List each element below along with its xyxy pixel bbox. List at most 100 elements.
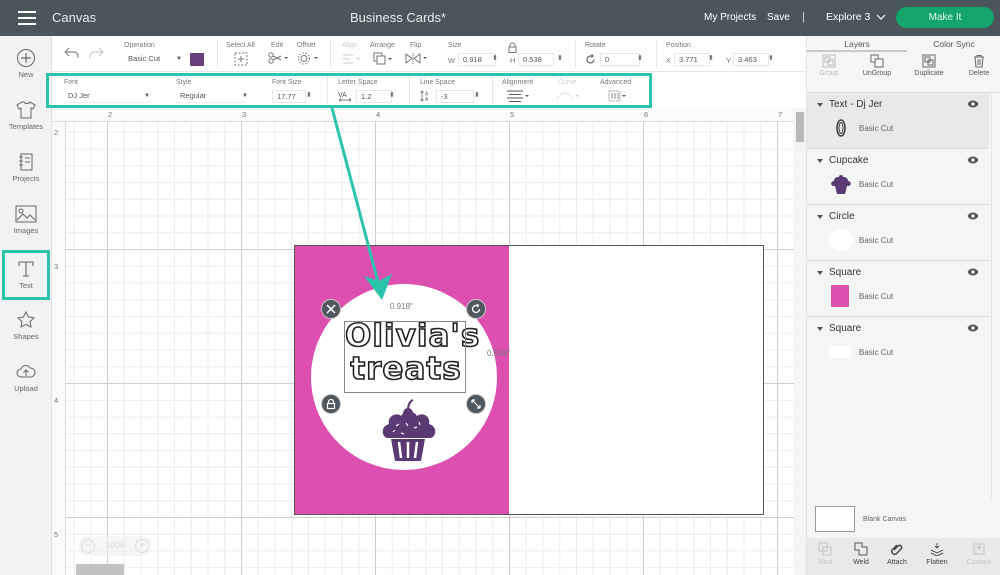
nav-new[interactable]: New bbox=[2, 42, 50, 92]
operation-dropdown[interactable]: Basic Cut ▼ bbox=[124, 53, 184, 66]
nav-images[interactable]: Images bbox=[2, 198, 50, 248]
tshirt-icon bbox=[16, 101, 36, 119]
rotate-stepper[interactable]: ⬍ bbox=[637, 54, 643, 62]
material-color-swatch[interactable] bbox=[190, 53, 204, 66]
rotate-handle[interactable] bbox=[466, 299, 486, 319]
business-card-artboard: Olivia's treats 0.918" 0.538" bbox=[294, 245, 764, 515]
select-all-icon[interactable] bbox=[234, 52, 248, 66]
nav-templates[interactable]: Templates bbox=[2, 94, 50, 144]
group-icon bbox=[822, 54, 836, 68]
vertical-scrollbar[interactable] bbox=[794, 108, 806, 575]
layer-name: Square bbox=[829, 323, 862, 334]
edit-label: Edit bbox=[271, 42, 284, 49]
height-stepper[interactable]: ⬍ bbox=[557, 54, 563, 62]
cupcake-shape[interactable] bbox=[379, 396, 437, 466]
flatten-icon bbox=[930, 543, 944, 556]
attach-button[interactable]: Attach bbox=[879, 542, 915, 566]
width-input[interactable]: 0.918 bbox=[458, 53, 496, 66]
tab-color-sync[interactable]: Color Sync bbox=[907, 36, 1000, 52]
layer-item-cupcake[interactable]: Cupcake Basic Cut bbox=[807, 149, 989, 205]
arrange-icon[interactable] bbox=[373, 52, 395, 66]
my-projects-link[interactable]: My Projects bbox=[704, 12, 756, 23]
delete-handle[interactable] bbox=[321, 299, 341, 319]
layer-thumb-white-square bbox=[829, 346, 851, 358]
ruler-tick-label: 4 bbox=[54, 396, 59, 405]
nav-label: New bbox=[18, 70, 34, 79]
eye-icon[interactable] bbox=[967, 156, 979, 164]
y-position-input[interactable]: 3.463 bbox=[733, 53, 769, 66]
expand-triangle-icon[interactable] bbox=[817, 215, 823, 219]
scroll-thumb[interactable] bbox=[796, 112, 804, 142]
expand-triangle-icon[interactable] bbox=[817, 159, 823, 163]
group-button[interactable]: Group bbox=[807, 54, 851, 77]
selection-bounding-box[interactable] bbox=[344, 321, 466, 393]
nav-upload[interactable]: Upload bbox=[2, 356, 50, 406]
flip-icon[interactable] bbox=[405, 52, 429, 65]
layers-list: Text - Dj Jer Basic Cut Cupcake Basic Cu… bbox=[807, 92, 1000, 499]
width-stepper[interactable]: ⬍ bbox=[492, 54, 498, 62]
layer-item-text[interactable]: Text - Dj Jer Basic Cut bbox=[807, 93, 989, 149]
divider bbox=[330, 40, 331, 68]
height-input[interactable]: 0.538 bbox=[518, 53, 554, 66]
eye-icon[interactable] bbox=[967, 212, 979, 220]
zoom-in-button[interactable]: + bbox=[135, 539, 149, 553]
layer-item-circle[interactable]: Circle Basic Cut bbox=[807, 205, 989, 261]
left-navigation: New Templates Projects Images Text Shape… bbox=[0, 36, 52, 575]
x-position-input[interactable]: 3.771 bbox=[674, 53, 710, 66]
nav-shapes[interactable]: Shapes bbox=[2, 304, 50, 354]
delete-label: Delete bbox=[968, 70, 990, 77]
make-it-button[interactable]: Make It bbox=[896, 7, 994, 28]
delete-button[interactable]: Delete bbox=[957, 54, 1000, 77]
expand-triangle-icon[interactable] bbox=[817, 327, 823, 331]
layer-item-square-white[interactable]: Square Basic Cut bbox=[807, 317, 989, 373]
machine-selector[interactable]: Explore 3 bbox=[826, 11, 886, 23]
blank-canvas-swatch[interactable] bbox=[815, 506, 855, 532]
eye-icon[interactable] bbox=[967, 100, 979, 108]
undo-icon[interactable] bbox=[64, 47, 80, 59]
hamburger-menu-icon[interactable] bbox=[18, 11, 36, 25]
redo-icon[interactable] bbox=[88, 47, 104, 59]
nav-text[interactable]: Text bbox=[2, 250, 50, 300]
flatten-button[interactable]: Flatten bbox=[919, 542, 955, 566]
lock-handle[interactable] bbox=[321, 394, 341, 414]
notebook-icon bbox=[19, 153, 33, 171]
layer-name: Text - Dj Jer bbox=[829, 99, 883, 110]
slice-button[interactable]: Slice bbox=[807, 542, 843, 566]
align-icon[interactable] bbox=[342, 53, 362, 65]
x-stepper[interactable]: ⬍ bbox=[708, 54, 714, 62]
pink-square-shape[interactable]: Olivia's treats 0.918" 0.538" bbox=[295, 246, 510, 514]
eye-icon[interactable] bbox=[967, 268, 979, 276]
size-label: Size bbox=[448, 42, 462, 49]
nav-projects[interactable]: Projects bbox=[2, 146, 50, 196]
lock-ratio-icon[interactable] bbox=[508, 42, 517, 53]
edit-scissors-icon[interactable] bbox=[267, 52, 289, 64]
ruler-tick-label: 6 bbox=[644, 110, 649, 119]
duplicate-button[interactable]: Duplicate bbox=[907, 54, 951, 77]
zoom-level: 100% bbox=[106, 541, 127, 550]
save-link[interactable]: Save bbox=[767, 12, 790, 23]
ruler-tick-label: 4 bbox=[376, 110, 381, 119]
text-t-icon bbox=[18, 261, 34, 277]
eye-icon[interactable] bbox=[967, 324, 979, 332]
shapes-icon bbox=[16, 310, 36, 328]
design-canvas[interactable]: 2 3 4 5 6 7 2 3 4 5 Olivia's treats 0.91… bbox=[52, 108, 794, 575]
weld-button[interactable]: Weld bbox=[843, 542, 879, 566]
duplicate-label: Duplicate bbox=[914, 70, 944, 77]
ungroup-button[interactable]: UnGroup bbox=[855, 54, 899, 77]
zoom-out-button[interactable]: − bbox=[81, 539, 95, 553]
nav-label: Projects bbox=[12, 174, 40, 183]
expand-triangle-icon[interactable] bbox=[817, 271, 823, 275]
resize-handle[interactable] bbox=[466, 394, 486, 414]
tab-layers[interactable]: Layers bbox=[807, 36, 907, 52]
height-label: H bbox=[510, 56, 516, 65]
horizontal-scrollbar[interactable] bbox=[76, 564, 124, 575]
offset-icon[interactable] bbox=[298, 52, 320, 65]
expand-triangle-icon[interactable] bbox=[817, 103, 823, 107]
layer-item-square-pink[interactable]: Square Basic Cut bbox=[807, 261, 989, 317]
layers-scrollbar[interactable] bbox=[991, 93, 1000, 499]
contour-button[interactable]: Contour bbox=[961, 542, 997, 566]
y-stepper[interactable]: ⬍ bbox=[768, 54, 774, 62]
plus-circle-icon bbox=[17, 49, 35, 67]
position-label: Position bbox=[666, 42, 691, 49]
rotate-input[interactable]: 0 bbox=[600, 53, 640, 66]
